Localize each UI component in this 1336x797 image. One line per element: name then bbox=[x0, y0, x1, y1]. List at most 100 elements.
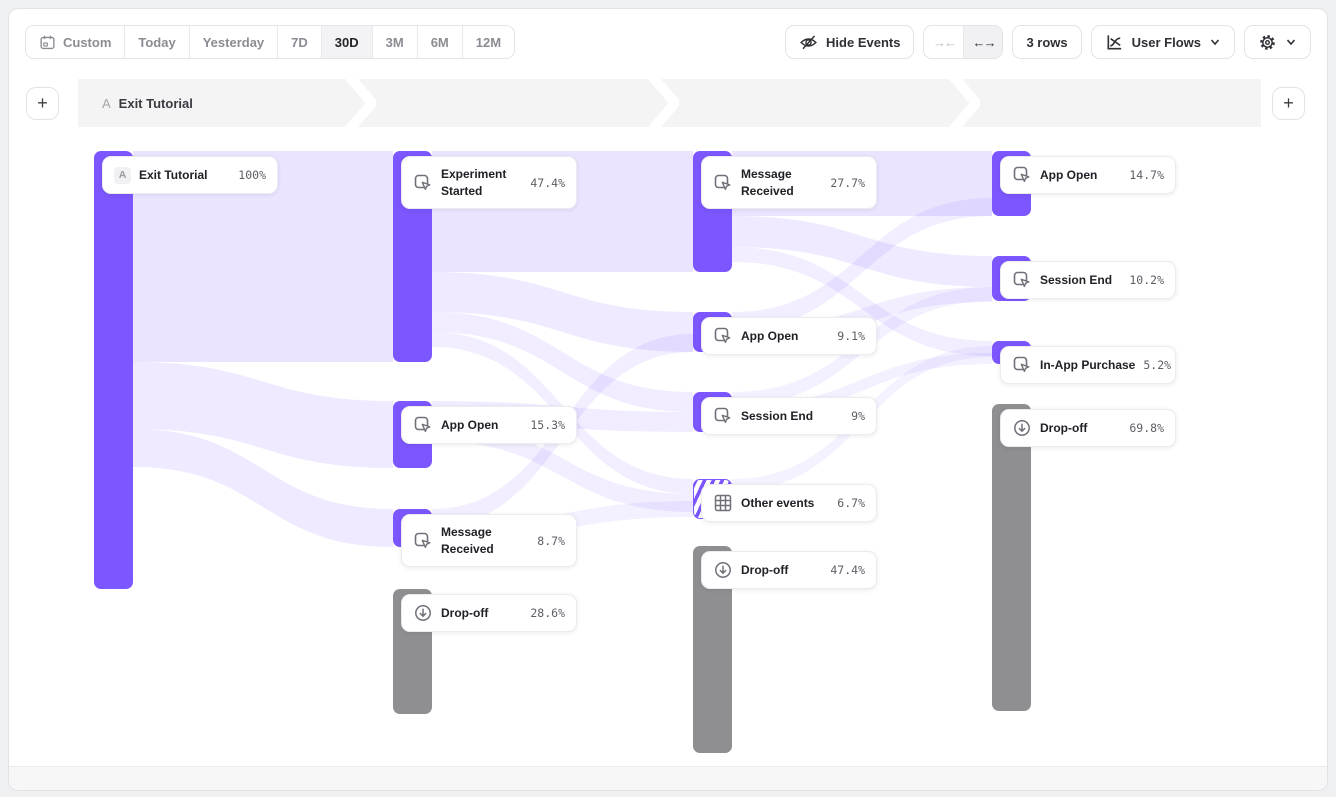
node-card-message-received[interactable]: Message Received 27.7% bbox=[701, 156, 877, 209]
node-label: Drop-off bbox=[741, 562, 822, 578]
step-label-group[interactable]: A Exit Tutorial bbox=[102, 79, 193, 127]
sankey-canvas: AExit Tutorial100% Experiment Started 47.4… bbox=[9, 135, 1328, 762]
rows-label: 3 rows bbox=[1026, 35, 1067, 50]
flow-ribbons bbox=[9, 135, 1328, 762]
node-card-drop-off[interactable]: Drop-off 47.4% bbox=[701, 551, 877, 589]
step-separator-chevron bbox=[346, 79, 376, 127]
date-range-selector: Custom Today Yesterday 7D 30D 3M 6M 12M bbox=[25, 25, 515, 59]
event-cursor-icon bbox=[713, 326, 733, 346]
step-separator-chevron bbox=[950, 79, 980, 127]
node-card-app-open[interactable]: App Open 9.1% bbox=[701, 317, 877, 355]
node-card-message-received[interactable]: Message Received8.7% bbox=[401, 514, 577, 567]
toolbar: Custom Today Yesterday 7D 30D 3M 6M 12M … bbox=[9, 9, 1327, 75]
step-label: Exit Tutorial bbox=[119, 96, 193, 111]
step-band: A Exit Tutorial bbox=[78, 79, 1261, 127]
sankey-bar-drop-off[interactable] bbox=[992, 404, 1031, 711]
dropoff-arrow-icon bbox=[1012, 418, 1032, 438]
dropoff-arrow-icon bbox=[413, 603, 433, 623]
event-cursor-icon bbox=[413, 531, 433, 551]
node-percentage: 6.7% bbox=[837, 496, 865, 510]
user-flows-panel: Custom Today Yesterday 7D 30D 3M 6M 12M … bbox=[8, 8, 1328, 791]
node-card-drop-off[interactable]: Drop-off 28.6% bbox=[401, 594, 577, 632]
chevron-down-icon bbox=[1285, 36, 1297, 48]
date-range-7d[interactable]: 7D bbox=[278, 26, 322, 58]
event-cursor-icon bbox=[1012, 270, 1032, 290]
node-card-experiment-started[interactable]: Experiment Started 47.4% bbox=[401, 156, 577, 209]
node-percentage: 9.1% bbox=[837, 329, 865, 343]
node-card-in-app-purchase[interactable]: In-App Purchase 5.2% bbox=[1000, 346, 1176, 384]
date-range-30d[interactable]: 30D bbox=[322, 26, 373, 58]
step-letter-badge: A bbox=[114, 167, 131, 184]
arrows-outward-icon: ←→ bbox=[972, 35, 994, 50]
node-label: Session End bbox=[741, 408, 843, 424]
node-label: App Open bbox=[441, 417, 522, 433]
node-label: App Open bbox=[741, 328, 829, 344]
footer-strip bbox=[9, 766, 1327, 790]
step-header-row: + A Exit Tutorial + bbox=[9, 79, 1327, 135]
date-range-label: Custom bbox=[63, 35, 111, 50]
step-badge: A bbox=[102, 96, 111, 111]
sankey-bar-exit-tutorial[interactable] bbox=[94, 151, 133, 589]
date-range-12m[interactable]: 12M bbox=[463, 26, 514, 58]
node-percentage: 69.8% bbox=[1129, 421, 1164, 435]
date-range-6m[interactable]: 6M bbox=[418, 26, 463, 58]
hide-events-label: Hide Events bbox=[826, 35, 900, 50]
other-events-grid-icon bbox=[713, 493, 733, 513]
settings-dropdown[interactable] bbox=[1244, 25, 1311, 59]
date-range-today[interactable]: Today bbox=[125, 26, 189, 58]
node-label: Session End bbox=[1040, 272, 1121, 288]
node-label: App Open bbox=[1040, 167, 1121, 183]
event-cursor-icon bbox=[413, 173, 433, 193]
view-type-label: User Flows bbox=[1132, 35, 1201, 50]
node-percentage: 15.3% bbox=[530, 418, 565, 432]
gear-icon bbox=[1258, 33, 1277, 52]
node-percentage: 100% bbox=[238, 168, 266, 182]
flow-chart-icon bbox=[1105, 33, 1124, 52]
node-percentage: 5.2% bbox=[1143, 358, 1171, 372]
calendar-icon bbox=[39, 34, 56, 51]
add-step-left-button[interactable]: + bbox=[26, 87, 59, 120]
hide-events-button[interactable]: Hide Events bbox=[785, 25, 914, 59]
node-label: Message Received bbox=[741, 166, 822, 198]
node-percentage: 10.2% bbox=[1129, 273, 1164, 287]
expand-columns-button[interactable]: ←→ bbox=[963, 26, 1002, 58]
event-cursor-icon bbox=[713, 406, 733, 426]
node-percentage: 47.4% bbox=[530, 176, 565, 190]
node-label: Drop-off bbox=[1040, 420, 1121, 436]
date-range-custom[interactable]: Custom bbox=[26, 26, 125, 58]
add-step-right-button[interactable]: + bbox=[1272, 87, 1305, 120]
node-percentage: 28.6% bbox=[530, 606, 565, 620]
node-percentage: 9% bbox=[851, 409, 865, 423]
node-percentage: 27.7% bbox=[830, 176, 865, 190]
node-label: Drop-off bbox=[441, 605, 522, 621]
node-label: Message Received bbox=[441, 524, 529, 556]
step-separator-chevron bbox=[649, 79, 679, 127]
date-range-3m[interactable]: 3M bbox=[373, 26, 418, 58]
node-card-app-open[interactable]: App Open 15.3% bbox=[401, 406, 577, 444]
date-range-yesterday[interactable]: Yesterday bbox=[190, 26, 278, 58]
node-card-drop-off[interactable]: Drop-off 69.8% bbox=[1000, 409, 1176, 447]
node-label: In-App Purchase bbox=[1040, 357, 1135, 373]
event-cursor-icon bbox=[413, 415, 433, 435]
node-card-exit-tutorial[interactable]: AExit Tutorial100% bbox=[102, 156, 278, 194]
node-card-session-end[interactable]: Session End 10.2% bbox=[1000, 261, 1176, 299]
toolbar-right: Hide Events →← ←→ 3 rows User Flows bbox=[785, 25, 1311, 59]
event-cursor-icon bbox=[1012, 165, 1032, 185]
event-cursor-icon bbox=[713, 173, 733, 193]
rows-button[interactable]: 3 rows bbox=[1012, 25, 1081, 59]
node-card-session-end[interactable]: Session End 9% bbox=[701, 397, 877, 435]
arrows-inward-icon: →← bbox=[933, 35, 955, 50]
eye-off-icon bbox=[799, 33, 818, 52]
node-label: Other events bbox=[741, 495, 829, 511]
dropoff-arrow-icon bbox=[713, 560, 733, 580]
chevron-down-icon bbox=[1209, 36, 1221, 48]
collapse-expand-toggle: →← ←→ bbox=[923, 25, 1003, 59]
node-card-other-events[interactable]: Other events 6.7% bbox=[701, 484, 877, 522]
node-percentage: 47.4% bbox=[830, 563, 865, 577]
node-percentage: 14.7% bbox=[1129, 168, 1164, 182]
node-label: Experiment Started bbox=[441, 166, 522, 198]
node-card-app-open[interactable]: App Open 14.7% bbox=[1000, 156, 1176, 194]
view-type-dropdown[interactable]: User Flows bbox=[1091, 25, 1235, 59]
collapse-columns-button[interactable]: →← bbox=[924, 26, 963, 58]
event-cursor-icon bbox=[1012, 355, 1032, 375]
